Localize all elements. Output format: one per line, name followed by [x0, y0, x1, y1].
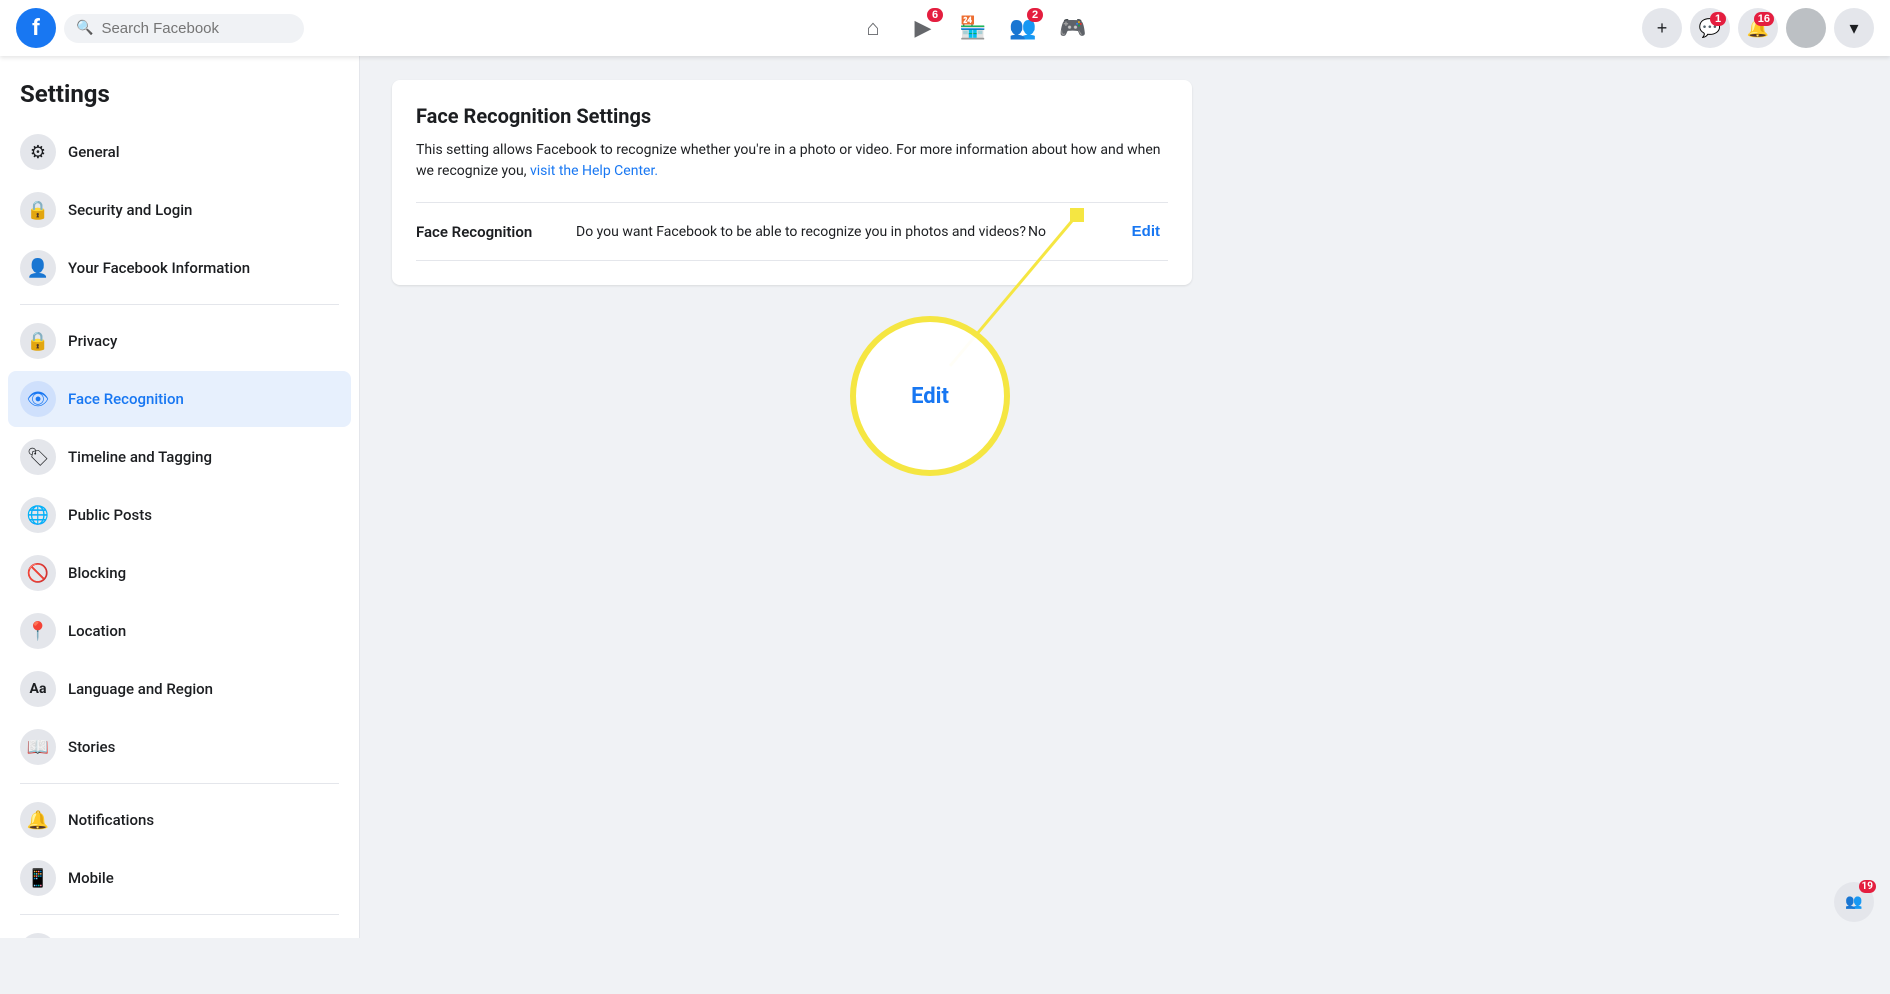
location-icon: 📍 [20, 613, 56, 649]
bottom-right-people-button[interactable]: 👥 19 [1834, 882, 1874, 922]
privacy-icon: 🔒 [20, 323, 56, 359]
sidebar-item-facebook-information[interactable]: 👤 Your Facebook Information [8, 240, 351, 296]
sidebar-item-security-login[interactable]: 🔒 Security and Login [8, 182, 351, 238]
help-center-link[interactable]: visit the Help Center. [530, 163, 658, 179]
sidebar-item-label: Security and Login [68, 201, 192, 219]
top-navigation: f 🔍 ⌂ ▶ 6 🏪 👥 2 🎮 + 💬 1 � [0, 0, 1890, 56]
sidebar-item-label: Timeline and Tagging [68, 448, 212, 466]
sidebar-item-label: Face Recognition [68, 390, 184, 408]
mobile-icon: 📱 [20, 860, 56, 896]
row-value: No [1028, 224, 1108, 240]
watch-nav-button[interactable]: ▶ 6 [899, 4, 947, 52]
plus-icon: + [1657, 18, 1668, 39]
sidebar-item-notifications[interactable]: 🔔 Notifications [8, 792, 351, 848]
settings-description: This setting allows Facebook to recogniz… [416, 140, 1168, 182]
add-button[interactable]: + [1642, 8, 1682, 48]
lock-icon: 🔒 [20, 192, 56, 228]
sidebar-item-label: General [68, 143, 120, 161]
sidebar-item-public-posts[interactable]: 🌐 Public Posts [8, 487, 351, 543]
spotlight-circle-label: Edit [911, 384, 949, 409]
sidebar-item-face-recognition[interactable]: 👁 Face Recognition [8, 371, 351, 427]
nav-icons: ⌂ ▶ 6 🏪 👥 2 🎮 [312, 4, 1634, 52]
sidebar-divider-1 [20, 304, 339, 305]
bottom-badge: 19 [1859, 880, 1876, 893]
face-recognition-row: Face Recognition Do you want Facebook to… [416, 203, 1168, 261]
gaming-nav-button[interactable]: 🎮 [1049, 4, 1097, 52]
sidebar-item-stories[interactable]: 📖 Stories [8, 719, 351, 775]
chevron-down-icon: ▾ [1849, 18, 1858, 39]
apps-icon: 🧩 [20, 933, 56, 938]
search-input[interactable] [101, 20, 292, 37]
sidebar-item-apps-websites[interactable]: 🧩 Apps and Websites [8, 923, 351, 938]
spotlight-circle: Edit [850, 316, 1010, 476]
sidebar-item-label: Notifications [68, 811, 154, 829]
gaming-icon: 🎮 [1059, 15, 1086, 41]
sidebar-item-blocking[interactable]: 🚫 Blocking [8, 545, 351, 601]
sidebar-item-label: Language and Region [68, 680, 213, 698]
sidebar-item-label: Your Facebook Information [68, 259, 250, 277]
notifications-badge: 16 [1754, 12, 1774, 26]
sidebar-title: Settings [8, 72, 351, 124]
marketplace-icon: 🏪 [959, 15, 986, 41]
settings-panel: Face Recognition Settings This setting a… [392, 80, 1192, 285]
home-icon: ⌂ [866, 15, 879, 41]
page-layout: Settings ⚙ General 🔒 Security and Login … [0, 56, 1890, 938]
sidebar-item-language-region[interactable]: Aa Language and Region [8, 661, 351, 717]
facebook-logo[interactable]: f [16, 8, 56, 48]
account-dropdown-button[interactable]: ▾ [1834, 8, 1874, 48]
notifications-button[interactable]: 🔔 16 [1738, 8, 1778, 48]
edit-button[interactable]: Edit [1124, 219, 1168, 244]
tag-icon: 🏷 [20, 439, 56, 475]
nav-right: + 💬 1 🔔 16 ▾ [1642, 8, 1874, 48]
marketplace-nav-button[interactable]: 🏪 [949, 4, 997, 52]
main-content: Face Recognition Settings This setting a… [360, 56, 1890, 938]
face-recognition-icon: 👁 [20, 381, 56, 417]
sidebar-item-label: Stories [68, 738, 115, 756]
search-icon: 🔍 [76, 20, 93, 36]
bell-icon: 🔔 [20, 802, 56, 838]
groups-nav-button[interactable]: 👥 2 [999, 4, 1047, 52]
watch-badge: 6 [927, 8, 943, 22]
groups-badge: 2 [1027, 8, 1043, 22]
row-label: Face Recognition [416, 223, 576, 241]
sidebar: Settings ⚙ General 🔒 Security and Login … [0, 56, 360, 938]
row-description: Do you want Facebook to be able to recog… [576, 224, 1028, 240]
sidebar-item-location[interactable]: 📍 Location [8, 603, 351, 659]
sidebar-item-label: Blocking [68, 564, 126, 582]
sidebar-divider-2 [20, 783, 339, 784]
messenger-badge: 1 [1710, 12, 1726, 26]
sidebar-item-timeline-tagging[interactable]: 🏷 Timeline and Tagging [8, 429, 351, 485]
avatar[interactable] [1786, 8, 1826, 48]
stories-icon: 📖 [20, 729, 56, 765]
row-action: Edit [1108, 219, 1168, 244]
messenger-button[interactable]: 💬 1 [1690, 8, 1730, 48]
gear-icon: ⚙ [20, 134, 56, 170]
panel-title: Face Recognition Settings [416, 104, 1168, 128]
home-nav-button[interactable]: ⌂ [849, 4, 897, 52]
globe-icon: 🌐 [20, 497, 56, 533]
people-icon: 👥 [1845, 894, 1862, 910]
language-icon: Aa [20, 671, 56, 707]
sidebar-divider-3 [20, 914, 339, 915]
sidebar-item-mobile[interactable]: 📱 Mobile [8, 850, 351, 906]
sidebar-item-label: Public Posts [68, 506, 152, 524]
sidebar-item-label: Location [68, 622, 126, 640]
search-bar[interactable]: 🔍 [64, 14, 304, 43]
sidebar-item-label: Mobile [68, 869, 114, 887]
block-icon: 🚫 [20, 555, 56, 591]
sidebar-item-general[interactable]: ⚙ General [8, 124, 351, 180]
sidebar-item-privacy[interactable]: 🔒 Privacy [8, 313, 351, 369]
sidebar-item-label: Privacy [68, 332, 117, 350]
person-icon: 👤 [20, 250, 56, 286]
